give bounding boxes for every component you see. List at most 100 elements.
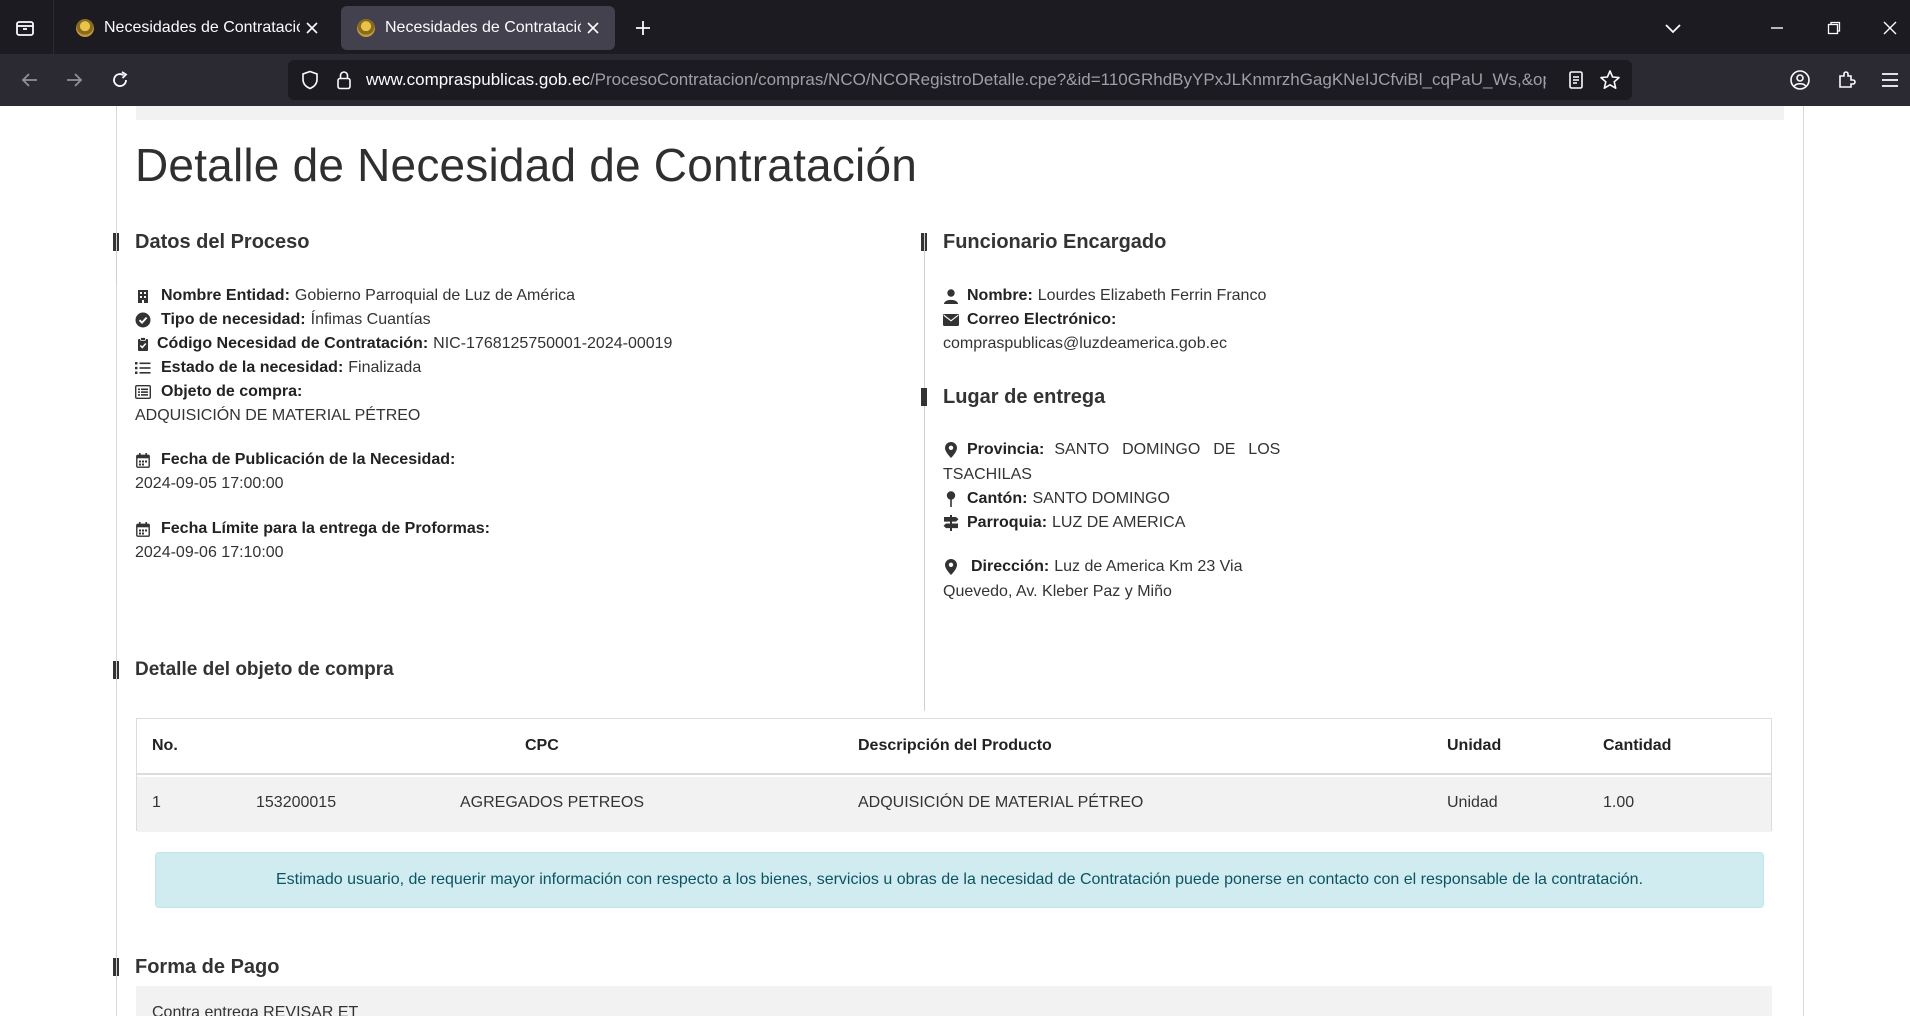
map-marker-icon	[943, 442, 959, 458]
detail-table: No. CPC Descripción del Producto Unidad …	[136, 718, 1772, 832]
field-tipo-necesidad: Tipo de necesidad: Ínfimas Cuantías	[135, 311, 431, 329]
signs-post-icon	[943, 515, 959, 531]
calendar-icon	[135, 452, 151, 468]
menu-icon[interactable]	[1874, 64, 1906, 96]
chevron-down-icon[interactable]	[1655, 10, 1691, 46]
field-label: Objeto de compra:	[161, 383, 303, 400]
page-title: Detalle de Necesidad de Contratación	[135, 139, 918, 191]
field-label: Estado de la necesidad:	[161, 359, 344, 376]
field-value: Gobierno Parroquial de Luz de América	[294, 287, 576, 304]
fecha-publicacion-value: 2024-09-05 17:00:00	[135, 475, 284, 492]
section-heading-funcionario: Funcionario Encargado	[943, 231, 1167, 253]
field-value: Luz de America Km 23 Via	[1054, 558, 1243, 575]
tab-list-icon[interactable]	[10, 13, 40, 43]
top-strip	[136, 106, 1784, 120]
field-label: Fecha Límite para la entrega de Proforma…	[161, 520, 490, 537]
field-value: SANTO DOMINGO	[1032, 490, 1170, 507]
cell-cpc-code: 153200015	[256, 794, 337, 811]
check-circle-icon	[135, 312, 151, 328]
payment-text: Contra entrega REVISAR ET	[152, 1004, 359, 1016]
column-header-cantidad: Cantidad	[1603, 737, 1672, 754]
shield-icon[interactable]	[298, 68, 322, 92]
browser-tab-2[interactable]: Necesidades de Contratación y	[341, 6, 615, 50]
field-parroquia: Parroquia: LUZ DE AMERICA	[943, 514, 1185, 532]
column-header-unidad: Unidad	[1447, 737, 1502, 754]
account-icon[interactable]	[1784, 64, 1816, 96]
user-icon	[943, 288, 959, 304]
provincia-value-continued: TSACHILAS	[943, 466, 1032, 483]
reload-icon[interactable]	[104, 64, 136, 96]
field-nombre-entidad: Nombre Entidad: Gobierno Parroquial de L…	[135, 287, 575, 305]
field-value: Ínfimas Cuantías	[310, 311, 431, 328]
plus-icon[interactable]	[628, 13, 658, 43]
field-label: Código Necesidad de Contratación:	[157, 335, 429, 352]
close-icon[interactable]	[581, 16, 605, 40]
table-row: 1 153200015 AGREGADOS PETREOS ADQUISICIÓ…	[137, 777, 1771, 832]
objeto-compra-value: ADQUISICIÓN DE MATERIAL PÉTREO	[135, 407, 421, 424]
column-header-cpc: CPC	[525, 737, 559, 754]
tab-title: Necesidades de Contratación y	[104, 19, 300, 36]
envelope-icon	[943, 312, 959, 328]
section-heading-forma-pago: Forma de Pago	[135, 956, 280, 978]
funcionario-correo-value: compraspublicas@luzdeamerica.gob.ec	[943, 335, 1227, 352]
field-label: Parroquia:	[967, 514, 1048, 531]
direccion-value-continued: Quevedo, Av. Kleber Paz y Miño	[943, 583, 1172, 600]
field-label: Dirección:	[971, 558, 1050, 575]
field-label: Cantón:	[967, 490, 1028, 507]
field-direccion: Dirección: Luz de America Km 23 Via	[943, 558, 1243, 576]
payment-box	[136, 986, 1772, 1016]
map-pin-icon	[943, 491, 959, 507]
url-host: www.compraspublicas.gob.ec	[366, 70, 590, 89]
field-label: Nombre:	[967, 287, 1033, 304]
tab-separator	[53, 0, 54, 54]
url-text[interactable]: www.compraspublicas.gob.ec/ProcesoContra…	[366, 70, 1546, 90]
field-fecha-publicacion: Fecha de Publicación de la Necesidad:	[135, 451, 460, 469]
site-favicon-icon	[357, 19, 375, 37]
forward-arrow-icon[interactable]	[58, 64, 90, 96]
field-funcionario-correo: Correo Electrónico:	[943, 311, 1121, 329]
cell-cantidad: 1.00	[1603, 794, 1635, 811]
field-codigo-necesidad: Código Necesidad de Contratación: NIC-17…	[135, 335, 672, 353]
site-favicon-icon	[76, 19, 94, 37]
extensions-icon[interactable]	[1830, 64, 1862, 96]
section-heading-datos-proceso: Datos del Proceso	[135, 231, 310, 253]
info-alert: Estimado usuario, de requerir mayor info…	[155, 852, 1764, 908]
reader-view-icon[interactable]	[1564, 68, 1588, 92]
web-page: Detalle de Necesidad de Contratación Dat…	[0, 106, 1910, 1016]
field-value: NIC-1768125750001-2024-00019	[433, 335, 673, 352]
lock-icon[interactable]	[332, 68, 356, 92]
url-path: /ProcesoContratacion/compras/NCO/NCORegi…	[589, 70, 1546, 89]
clipboard-check-icon	[135, 336, 151, 352]
field-label: Correo Electrónico:	[967, 311, 1117, 328]
map-marker-icon	[943, 559, 959, 575]
cell-unidad: Unidad	[1447, 794, 1498, 811]
restore-icon[interactable]	[1816, 10, 1852, 46]
field-label: Fecha de Publicación de la Necesidad:	[161, 451, 456, 468]
field-objeto-compra: Objeto de compra:	[135, 383, 307, 401]
close-icon[interactable]	[1872, 10, 1908, 46]
cell-cpc-desc: AGREGADOS PETREOS	[460, 794, 645, 811]
field-label: Nombre Entidad:	[161, 287, 290, 304]
tab-title: Necesidades de Contratación y	[385, 19, 581, 36]
building-icon	[135, 288, 151, 304]
field-value: LUZ DE AMERICA	[1052, 514, 1186, 531]
fecha-limite-value: 2024-09-06 17:10:00	[135, 544, 284, 561]
field-value: Finalizada	[348, 359, 422, 376]
minimize-icon[interactable]	[1759, 10, 1795, 46]
calendar-icon	[135, 521, 151, 537]
address-bar[interactable]: www.compraspublicas.gob.ec/ProcesoContra…	[288, 60, 1632, 100]
cell-no: 1	[152, 794, 161, 811]
list-icon	[135, 360, 151, 376]
section-marker	[921, 388, 927, 406]
section-line	[924, 233, 925, 711]
field-value: SANTO DOMINGO DE LOS	[1054, 441, 1281, 458]
browser-tab-1[interactable]: Necesidades de Contratación y	[60, 6, 334, 50]
column-header-descripcion: Descripción del Producto	[858, 737, 1052, 754]
field-fecha-limite: Fecha Límite para la entrega de Proforma…	[135, 520, 495, 538]
close-icon[interactable]	[300, 16, 324, 40]
field-funcionario-nombre: Nombre: Lourdes Elizabeth Ferrin Franco	[943, 287, 1266, 305]
field-label: Provincia:	[967, 441, 1045, 458]
star-icon[interactable]	[1598, 68, 1622, 92]
back-arrow-icon[interactable]	[14, 64, 46, 96]
navigation-toolbar: www.compraspublicas.gob.ec/ProcesoContra…	[0, 54, 1910, 106]
